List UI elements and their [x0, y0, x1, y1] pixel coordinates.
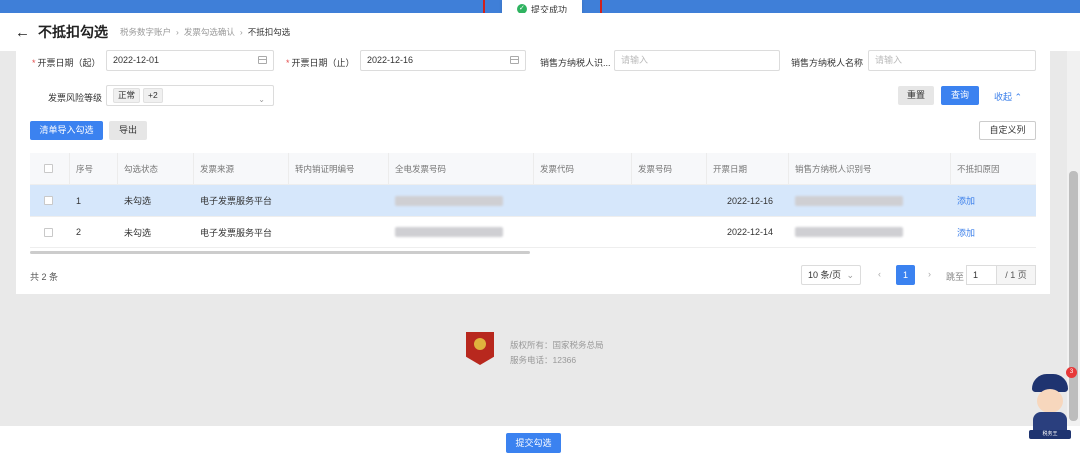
table-row[interactable]: 1 未勾选 电子发票服务平台 2022-12-16 添加	[30, 185, 1036, 217]
jump-label: 跳至	[946, 272, 965, 282]
seller-name-label: 销售方纳税人名称	[791, 58, 864, 68]
column-header: 发票代码	[534, 153, 632, 184]
end-date-input[interactable]: 2022-12-16	[360, 50, 526, 71]
risk-tag: 正常	[113, 88, 141, 103]
start-date-label: * 开票日期（起）	[32, 58, 101, 68]
seller-tax-id-input[interactable]: 请输入	[614, 50, 780, 71]
row-checkbox[interactable]	[44, 227, 53, 237]
breadcrumb-item[interactable]: 税务数字账户	[120, 27, 171, 37]
risk-level-select[interactable]: 正常 +2 ⌄	[106, 85, 274, 106]
row-source: 电子发票服务平台	[200, 227, 273, 238]
calendar-icon	[258, 56, 267, 64]
copyright-text: 版权所有：国家税务总局	[510, 340, 604, 350]
collapse-link[interactable]: 收起 ⌃	[994, 90, 1022, 103]
reset-button[interactable]: 重置	[898, 86, 934, 105]
tax-emblem-logo	[466, 332, 494, 365]
breadcrumb-item[interactable]: 发票勾选确认	[184, 27, 235, 37]
submit-selection-button[interactable]: 提交勾选	[506, 433, 561, 453]
seller-name-input[interactable]: 请输入	[868, 50, 1036, 71]
next-page-icon[interactable]: ›	[928, 269, 931, 279]
row-seller-tax-id-redacted	[789, 185, 903, 216]
risk-tag-more: +2	[143, 88, 163, 103]
table-row[interactable]: 2 未勾选 电子发票服务平台 2022-12-14 添加	[30, 217, 1036, 248]
column-header: 勾选状态	[118, 153, 194, 184]
service-phone-text: 服务电话：12366	[510, 355, 577, 365]
export-button[interactable]: 导出	[109, 121, 147, 140]
select-all-checkbox[interactable]	[44, 164, 53, 173]
import-select-button[interactable]: 清单导入勾选	[30, 121, 103, 140]
column-header: 发票来源	[194, 153, 289, 184]
chevron-up-icon: ⌃	[1014, 92, 1023, 102]
row-status: 未勾选	[124, 196, 152, 206]
breadcrumb-separator-icon: ›	[239, 27, 243, 37]
risk-level-label: 发票风险等级	[48, 93, 103, 103]
calendar-icon	[510, 56, 519, 64]
row-date: 2022-12-16	[727, 195, 774, 206]
row-date: 2022-12-14	[727, 227, 774, 237]
jump-page-input[interactable]: 1	[966, 265, 996, 285]
horizontal-scrollbar[interactable]	[30, 251, 530, 254]
add-reason-link[interactable]: 添加	[951, 185, 975, 216]
column-header: 销售方纳税人识别号	[789, 153, 951, 184]
row-invoice-number-redacted	[389, 217, 503, 247]
column-header: 序号	[70, 153, 118, 184]
chevron-down-icon: ⌄	[846, 270, 854, 280]
row-checkbox[interactable]	[44, 196, 53, 205]
row-index: 2	[76, 227, 82, 237]
breadcrumb-current: 不抵扣勾选	[247, 27, 291, 37]
select-all-cell	[30, 153, 70, 184]
arrow-left-icon[interactable]: ←	[15, 24, 30, 41]
chevron-down-icon: ⌄	[258, 95, 265, 104]
page-title: 不抵扣勾选	[38, 24, 108, 40]
row-invoice-number-redacted	[389, 185, 503, 216]
total-count: 共 2 条	[30, 272, 59, 282]
row-status: 未勾选	[124, 227, 152, 238]
mascot-face	[1037, 389, 1063, 413]
column-header: 全电发票号码	[389, 153, 534, 184]
row-seller-tax-id-redacted	[789, 217, 903, 247]
row-index: 1	[76, 195, 82, 206]
column-header: 转内销证明编号	[289, 153, 389, 184]
row-checkbox-cell	[30, 185, 70, 216]
main-panel: * 开票日期（起） 2022-12-01 * 开票日期（止） 2022-12-16 …	[16, 45, 1050, 294]
page-size-select[interactable]: 10 条/页 ⌄	[801, 265, 861, 285]
breadcrumb: 税务数字账户 › 发票勾选确认 › 不抵扣勾选	[120, 26, 290, 38]
assistant-mascot[interactable]: 税务王 3	[1026, 367, 1077, 442]
seller-tax-id-label: 销售方纳税人识...	[540, 58, 611, 68]
mascot-caption: 税务王	[1029, 430, 1071, 439]
notification-badge: 3	[1066, 367, 1077, 378]
mascot-body	[1033, 412, 1067, 432]
end-date-label: * 开票日期（止）	[286, 58, 355, 68]
column-header: 开票日期	[707, 153, 789, 184]
custom-columns-button[interactable]: 自定义列	[979, 121, 1036, 140]
page-1-button[interactable]: 1	[896, 265, 915, 285]
column-header: 发票号码	[632, 153, 707, 184]
total-pages: / 1 页	[996, 265, 1036, 285]
add-reason-link[interactable]: 添加	[951, 217, 975, 247]
table-header: 序号 勾选状态 发票来源 转内销证明编号 全电发票号码 发票代码 发票号码 开票…	[30, 153, 1036, 185]
start-date-input[interactable]: 2022-12-01	[106, 50, 274, 71]
query-button[interactable]: 查询	[941, 86, 979, 105]
prev-page-icon[interactable]: ‹	[878, 269, 881, 279]
row-source: 电子发票服务平台	[200, 196, 273, 206]
row-checkbox-cell	[30, 217, 70, 247]
column-header: 不抵扣原因	[957, 163, 1000, 174]
breadcrumb-separator-icon: ›	[176, 27, 179, 37]
